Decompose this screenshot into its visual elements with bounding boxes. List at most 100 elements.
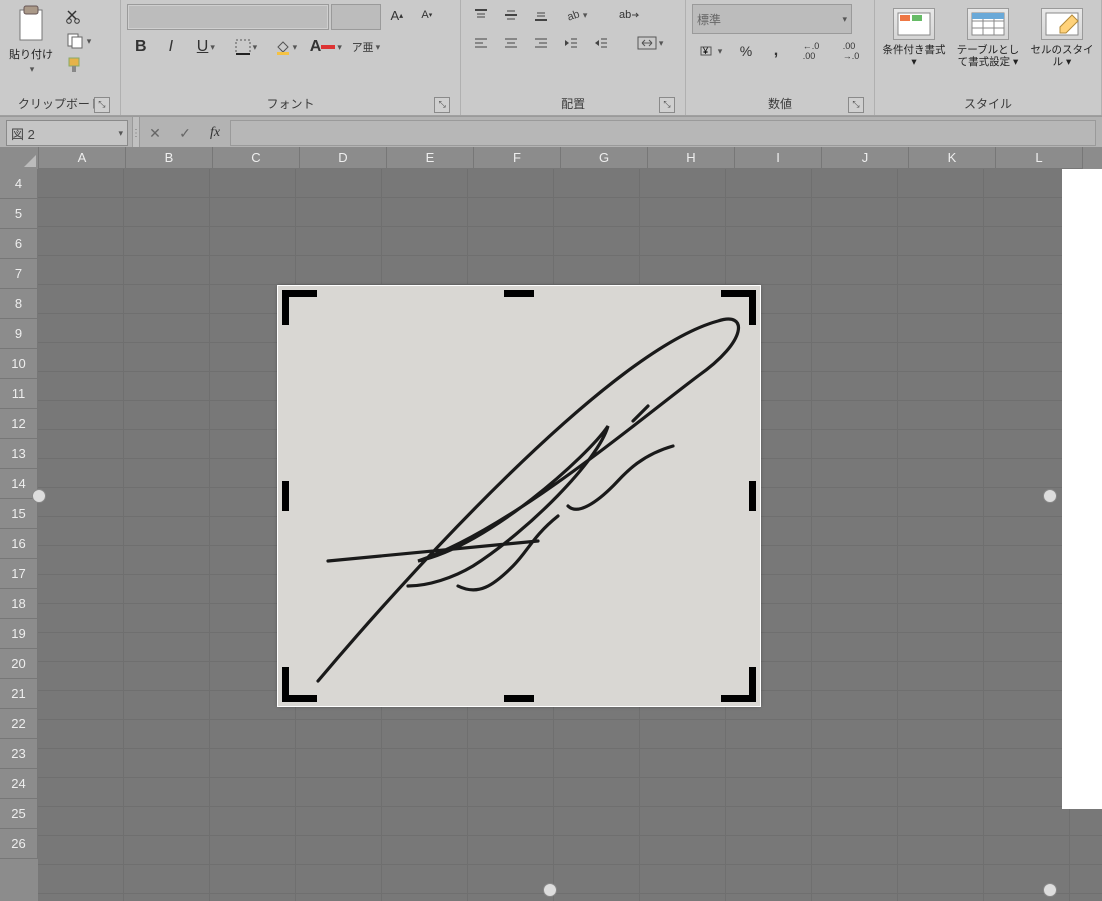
conditional-format-button[interactable]: 条件付き書式 ▾ [881,8,947,68]
decrease-indent-button[interactable] [557,32,585,54]
row-headers: 4567891011121314151617181920212223242526 [0,169,38,901]
row-header[interactable]: 12 [0,409,38,439]
increase-font-button[interactable]: A▴ [383,4,411,26]
column-header[interactable]: B [126,147,213,169]
comma-button[interactable]: , [762,40,790,62]
paste-button[interactable]: 貼り付け ▾ [6,4,56,82]
selection-handle[interactable] [1043,489,1057,503]
row-header[interactable]: 25 [0,799,38,829]
column-header[interactable]: A [39,147,126,169]
row-header[interactable]: 22 [0,709,38,739]
merge-center-button[interactable]: ▾ [631,32,669,54]
percent-button[interactable]: % [732,40,760,62]
font-color-button[interactable]: A▾ [307,36,345,58]
selection-handle[interactable] [543,883,557,897]
row-header[interactable]: 8 [0,289,38,319]
cancel-button[interactable]: ✕ [140,121,170,145]
decrease-font-button[interactable]: A▾ [413,4,441,26]
bold-button[interactable]: B [127,36,155,58]
decrease-decimal-button[interactable]: .00→.0 [832,40,870,62]
enter-button[interactable]: ✓ [170,121,200,145]
scissors-icon [66,9,82,25]
formula-input[interactable] [230,120,1096,146]
dialog-launcher-icon[interactable]: ⤡ [659,97,675,113]
font-name-combo[interactable] [127,4,329,30]
column-header[interactable]: H [648,147,735,169]
cut-button[interactable] [60,6,88,28]
row-header[interactable]: 23 [0,739,38,769]
crop-handle-r[interactable] [749,481,756,511]
align-middle-button[interactable] [497,4,525,26]
align-top-button[interactable] [467,4,495,26]
row-header[interactable]: 13 [0,439,38,469]
row-header[interactable]: 20 [0,649,38,679]
dialog-launcher-icon[interactable]: ⤡ [848,97,864,113]
column-header[interactable]: K [909,147,996,169]
column-header[interactable]: I [735,147,822,169]
underline-button[interactable]: U▾ [187,36,225,58]
crop-handle-br[interactable] [721,667,756,702]
dialog-launcher-icon[interactable]: ⤡ [94,97,110,113]
cell-styles-button[interactable]: セルのスタイル ▾ [1029,8,1095,68]
cell-style-icon [1041,8,1083,40]
row-header[interactable]: 18 [0,589,38,619]
format-as-table-button[interactable]: テーブルとして書式設定 ▾ [955,8,1021,68]
row-header[interactable]: 10 [0,349,38,379]
row-header[interactable]: 19 [0,619,38,649]
row-header[interactable]: 4 [0,169,38,199]
selection-handle[interactable] [32,489,46,503]
number-format-combo[interactable]: 標準▾ [692,4,852,34]
crop-handle-bl[interactable] [282,667,317,702]
row-header[interactable]: 7 [0,259,38,289]
row-header[interactable]: 11 [0,379,38,409]
crop-handle-tl[interactable] [282,290,317,325]
format-painter-button[interactable] [60,54,88,76]
crop-handle-t[interactable] [504,290,534,297]
column-header[interactable]: F [474,147,561,169]
wrap-text-button[interactable]: ab [611,4,649,26]
select-all-corner[interactable] [0,147,39,170]
accounting-format-button[interactable]: ¥▾ [692,40,730,62]
row-header[interactable]: 5 [0,199,38,229]
embedded-picture[interactable] [278,286,760,706]
column-header[interactable]: J [822,147,909,169]
row-header[interactable]: 9 [0,319,38,349]
align-left-button[interactable] [467,32,495,54]
cells-area[interactable] [38,169,1102,901]
increase-indent-button[interactable] [587,32,615,54]
column-header[interactable]: C [213,147,300,169]
fill-color-button[interactable]: ▾ [267,36,305,58]
align-bottom-button[interactable] [527,4,555,26]
italic-button[interactable]: I [157,36,185,58]
align-right-button[interactable] [527,32,555,54]
row-header[interactable]: 15 [0,499,38,529]
crop-handle-l[interactable] [282,481,289,511]
dialog-launcher-icon[interactable]: ⤡ [434,97,450,113]
crop-handle-tr[interactable] [721,290,756,325]
align-center-button[interactable] [497,32,525,54]
column-header[interactable]: E [387,147,474,169]
group-number-label: 数値 [768,97,792,111]
row-header[interactable]: 24 [0,769,38,799]
increase-decimal-button[interactable]: ←.0.00 [792,40,830,62]
font-size-combo[interactable] [331,4,381,30]
insert-function-button[interactable]: fx [200,121,230,145]
column-header[interactable]: L [996,147,1083,169]
row-header[interactable]: 26 [0,829,38,859]
separator[interactable]: ⋮ [132,117,140,149]
ruby-button[interactable]: ア亜▾ [347,36,385,58]
name-box[interactable]: 図 2▾ [6,120,128,146]
border-button[interactable]: ▾ [227,36,265,58]
row-header[interactable]: 16 [0,529,38,559]
paintbrush-icon [66,57,82,73]
clipboard-icon [14,4,48,44]
column-header[interactable]: D [300,147,387,169]
selection-handle[interactable] [1043,883,1057,897]
row-header[interactable]: 17 [0,559,38,589]
copy-button[interactable]: ▾ [60,30,98,52]
row-header[interactable]: 6 [0,229,38,259]
orientation-button[interactable]: ab▾ [557,4,595,26]
row-header[interactable]: 21 [0,679,38,709]
column-header[interactable]: G [561,147,648,169]
crop-handle-b[interactable] [504,695,534,702]
